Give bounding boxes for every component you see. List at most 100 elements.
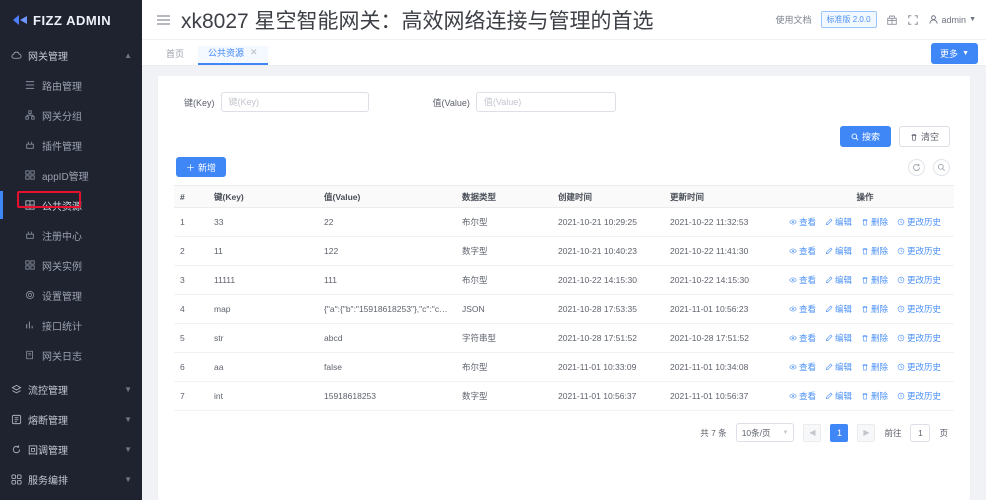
action-eye[interactable]: 查看 [789,303,816,315]
close-icon[interactable]: ✕ [250,47,258,58]
page-number-1[interactable]: 1 [830,423,849,442]
action-pencil[interactable]: 编辑 [825,390,852,402]
cell-updated-time: 2021-10-22 11:32:53 [664,207,776,237]
sidebar-item-gateway-logs[interactable]: 网关日志 [0,340,142,370]
grid-icon [24,260,35,271]
cell-operations: 查看 编辑 删除 更改历史 [776,323,954,353]
action-trash[interactable]: 删除 [861,303,888,315]
sidebar-item-label: appID管理 [42,171,89,183]
sidebar: FIZZ ADMIN 网关管理 ▲ 路由管理 网关分组 插件管理 appID管理 [0,0,142,500]
action-eye[interactable]: 查看 [789,332,816,344]
table-row: 3 11111 111 布尔型 2021-10-22 14:15:30 2021-10-2… [174,265,954,295]
sidebar-item-appid[interactable]: appID管理 [0,160,142,190]
sidebar-item-label: 接口统计 [42,321,82,333]
sidebar-item-gateway-instances[interactable]: 网关实例 [0,250,142,280]
action-pencil[interactable]: 编辑 [825,216,852,228]
cell-created-time: 2021-10-21 10:40:23 [552,236,664,266]
tab-home[interactable]: 首页 [156,47,194,65]
sidebar-item-public-resources[interactable]: 公共资源 [0,190,142,220]
action-history[interactable]: 更改历史 [897,245,941,257]
eye-icon [789,363,797,371]
page-size-select[interactable]: 10条/页 ▼ [735,423,795,442]
sidebar-item-gateway-groups[interactable]: 网关分组 [0,100,142,130]
action-eye[interactable]: 查看 [789,274,816,286]
hamburger-icon[interactable] [156,14,171,26]
search-button[interactable]: 搜索 [839,126,891,147]
sidebar-item-settings[interactable]: 设置管理 [0,280,142,310]
user-icon [928,14,939,25]
action-label: 更改历史 [907,246,942,256]
action-pencil[interactable]: 编辑 [825,361,852,373]
action-trash[interactable]: 删除 [861,216,888,228]
action-pencil[interactable]: 编辑 [825,332,852,344]
action-trash[interactable]: 删除 [861,390,888,402]
sidebar-group-fuse[interactable]: 熔断管理 ▼ [0,404,142,434]
action-eye[interactable]: 查看 [789,245,816,257]
action-history[interactable]: 更改历史 [897,361,941,373]
action-history[interactable]: 更改历史 [897,332,941,344]
cell-operations: 查看 编辑 删除 更改历史 [776,381,954,411]
cell-created-time: 2021-11-01 10:56:37 [552,381,664,411]
cell-datatype: 布尔型 [456,207,552,237]
fullscreen-icon[interactable] [907,14,919,26]
chevron-down-icon: ▼ [124,384,132,394]
sidebar-item-label: 网关分组 [42,111,82,123]
chevron-down-icon: ▼ [782,429,789,436]
sidebar-group-traffic[interactable]: 流控管理 ▼ [0,374,142,404]
sidebar-item-label: 路由管理 [42,81,82,93]
add-button[interactable]: ＋ 新增 [176,157,227,177]
doc-link[interactable]: 使用文档 [776,13,812,26]
action-pencil[interactable]: 编辑 [825,274,852,286]
jump-page-input[interactable] [910,423,931,442]
action-trash[interactable]: 删除 [861,361,888,373]
action-pencil[interactable]: 编辑 [825,245,852,257]
brand-logo-area[interactable]: FIZZ ADMIN [0,0,142,40]
key-filter-input[interactable] [220,92,369,112]
cell-operations: 查看 编辑 删除 更改历史 [776,352,954,382]
version-badge[interactable]: 标准版 2.0.0 [820,11,877,28]
brand-name: FIZZ ADMIN [33,12,112,28]
cell-created-time: 2021-10-28 17:51:52 [552,323,664,353]
col-index: # [174,185,208,208]
prev-page-button[interactable]: ◀ [803,423,822,442]
sidebar-item-plugins[interactable]: 插件管理 [0,130,142,160]
gift-icon[interactable] [886,14,898,26]
cell-datatype: 数字型 [456,381,552,411]
more-button[interactable]: 更多 ▼ [931,43,978,64]
refresh-icon[interactable] [908,158,925,176]
sidebar-item-routes[interactable]: 路由管理 [0,70,142,100]
eye-icon [789,218,797,226]
clear-button[interactable]: 清空 [898,126,950,147]
table-body: 1 33 22 布尔型 2021-10-21 10:29:25 2021-10-22 11… [174,207,954,411]
action-history[interactable]: 更改历史 [897,303,941,315]
value-filter-input[interactable] [475,92,616,112]
cell-value: 122 [318,236,456,266]
next-page-button[interactable]: ▶ [857,423,876,442]
action-pencil[interactable]: 编辑 [825,303,852,315]
action-trash[interactable]: 删除 [861,274,888,286]
user-menu[interactable]: admin ▼ [928,14,976,25]
action-trash[interactable]: 删除 [861,332,888,344]
cell-key: map [208,294,318,324]
action-history[interactable]: 更改历史 [897,274,941,286]
action-eye[interactable]: 查看 [789,361,816,373]
sidebar-item-registry[interactable]: 注册中心 [0,220,142,250]
sidebar-group-callback[interactable]: 回调管理 ▼ [0,434,142,464]
sidebar-group-orchestration[interactable]: 服务编排 ▼ [0,464,142,494]
action-eye[interactable]: 查看 [789,216,816,228]
tabbar: 首页 公共资源 ✕ 更多 ▼ [142,40,986,66]
sidebar-group-gateway[interactable]: 网关管理 ▲ [0,40,142,70]
operation-links: 查看 编辑 删除 更改历史 [782,216,948,228]
zoom-search-icon[interactable] [933,158,950,176]
sidebar-item-api-stats[interactable]: 接口统计 [0,310,142,340]
pencil-icon [825,305,833,313]
chevron-left-icon: ◀ [809,428,816,437]
action-history[interactable]: 更改历史 [897,216,941,228]
plugin-icon [24,230,35,241]
main-area: xk8027 星空智能网关：高效网络连接与管理的首选 使用文档 标准版 2.0.… [142,0,986,500]
plugin-icon [24,140,35,151]
action-trash[interactable]: 删除 [861,245,888,257]
tab-public-resources[interactable]: 公共资源 ✕ [198,46,268,65]
action-history[interactable]: 更改历史 [897,390,941,402]
action-eye[interactable]: 查看 [789,390,816,402]
